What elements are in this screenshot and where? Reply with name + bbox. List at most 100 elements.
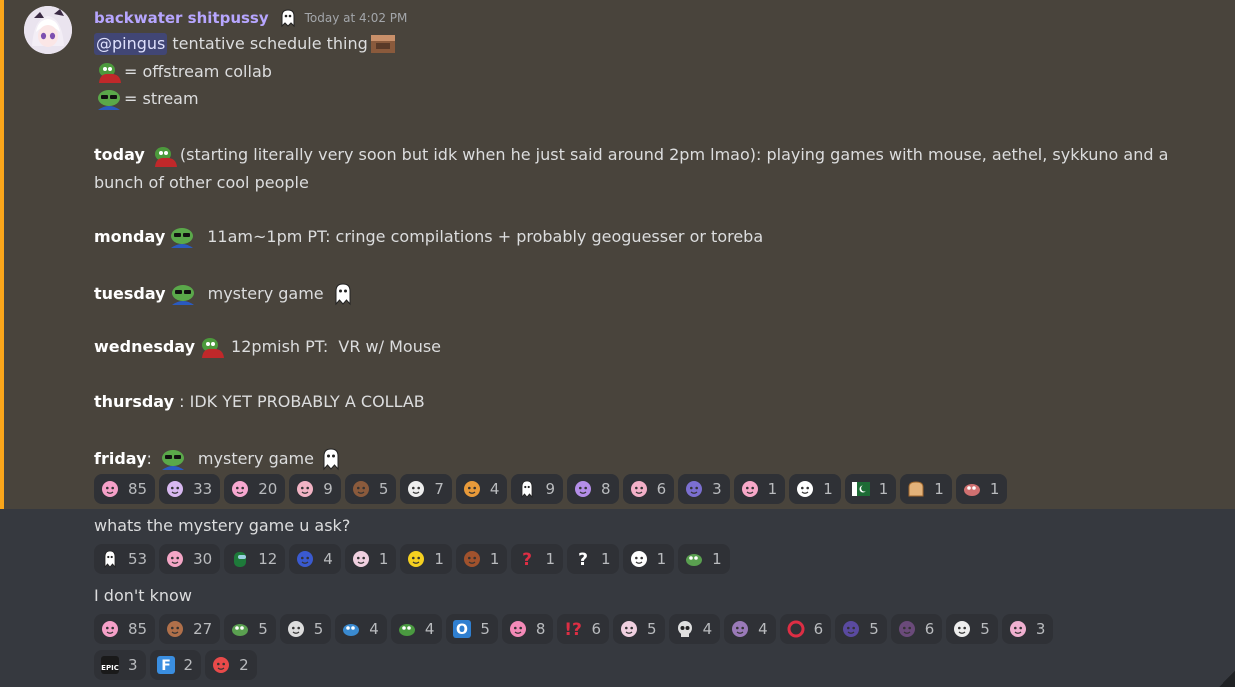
reaction-button[interactable]: 8: [501, 614, 554, 644]
reaction-button[interactable]: ? 1: [567, 544, 619, 574]
day-label: wednesday: [94, 337, 196, 356]
reaction-button[interactable]: 6: [622, 474, 675, 504]
reaction-button[interactable]: 8: [567, 474, 619, 504]
message-line: I don't know: [94, 585, 192, 607]
reaction-button[interactable]: 5: [279, 614, 332, 644]
troll-face-icon: [406, 479, 426, 499]
reaction-button[interactable]: 9: [289, 474, 341, 504]
white-cat-icon: [795, 479, 815, 499]
reaction-button[interactable]: 6: [890, 614, 943, 644]
reaction-button[interactable]: 4: [668, 614, 721, 644]
reaction-count: 7: [434, 480, 444, 498]
user-mention[interactable]: @pingus: [94, 33, 168, 55]
message-text: I don't know: [94, 586, 192, 605]
reaction-count: 27: [193, 620, 213, 638]
reaction-button[interactable]: 5: [946, 614, 998, 644]
reaction-button[interactable]: 4: [335, 614, 387, 644]
reaction-button[interactable]: 2: [205, 650, 257, 680]
reaction-count: 1: [378, 550, 389, 568]
svg-text:EPIC: EPIC: [101, 664, 119, 672]
reaction-button[interactable]: O5: [446, 614, 498, 644]
reactions-bar: 53 30 12 4 1 1 1? 1? 1 1 1: [94, 544, 730, 574]
svg-text:O: O: [456, 622, 468, 638]
legend-offstream: = offstream collab: [124, 62, 272, 81]
pink-pig-face-icon: [740, 479, 760, 499]
reaction-button[interactable]: 53: [94, 544, 156, 574]
mention-highlight-bar: [0, 0, 4, 509]
reaction-button[interactable]: 4: [390, 614, 443, 644]
white-question-icon: ?: [573, 549, 593, 569]
reaction-button[interactable]: 85: [94, 474, 156, 504]
reaction-button[interactable]: ? 1: [511, 544, 564, 574]
ghost-emoji: [318, 446, 344, 472]
reaction-count: 5: [313, 620, 324, 638]
pepe-sunglasses-emoji: [170, 283, 202, 305]
pepe-lying-icon: [684, 549, 704, 569]
reaction-count: 3: [712, 480, 722, 498]
wednesday-text: 12pmish PT: VR w/ Mouse: [231, 337, 442, 356]
reactions-bar: 85 27 5 5 4 4 O 5 8!? 6 5 4 4 6 5 6 5 3: [94, 614, 1054, 644]
reaction-count: 20: [258, 480, 278, 498]
avatar[interactable]: [24, 6, 72, 54]
reaction-button[interactable]: 1: [622, 544, 675, 574]
reaction-count: 53: [128, 550, 148, 568]
reaction-button[interactable]: 4: [724, 614, 776, 644]
reaction-button[interactable]: 9: [511, 474, 564, 504]
reaction-button[interactable]: 4: [455, 474, 508, 504]
reaction-button[interactable]: 1: [344, 544, 397, 574]
reaction-button[interactable]: 1: [955, 474, 1008, 504]
reaction-button[interactable]: 1: [789, 474, 841, 504]
thursday-text: : IDK YET PROBABLY A COLLAB: [174, 392, 425, 411]
reaction-button[interactable]: 20: [224, 474, 286, 504]
reaction-button[interactable]: 33: [159, 474, 221, 504]
svg-text:!?: !?: [565, 620, 583, 639]
reaction-count: 85: [128, 620, 148, 638]
reaction-button[interactable]: 85: [94, 614, 156, 644]
blue-hair-icon: [295, 549, 315, 569]
reaction-count: 4: [369, 620, 379, 638]
day-label: tuesday: [94, 284, 166, 303]
reaction-button[interactable]: 6: [779, 614, 832, 644]
reaction-count: 6: [924, 620, 935, 638]
reaction-button[interactable]: 4: [289, 544, 341, 574]
pink-girl-icon: [1008, 619, 1028, 639]
reaction-button[interactable]: 1: [400, 544, 452, 574]
reaction-button[interactable]: 3: [678, 474, 730, 504]
reaction-button[interactable]: 1: [900, 474, 952, 504]
friday-text: mystery game: [197, 449, 314, 468]
reaction-button[interactable]: F2: [149, 650, 202, 680]
reaction-button[interactable]: 1: [455, 544, 508, 574]
reaction-button[interactable]: 5: [344, 474, 397, 504]
face-photo-icon: [370, 33, 396, 55]
reaction-button[interactable]: 7: [400, 474, 452, 504]
today-text: (starting literally very soon but idk wh…: [94, 145, 1169, 192]
reaction-button[interactable]: 27: [159, 614, 221, 644]
reaction-button[interactable]: !? 6: [557, 614, 610, 644]
exclamation-question-icon: !?: [563, 619, 583, 639]
reaction-button[interactable]: 1: [678, 544, 730, 574]
purple-creature-icon: [730, 619, 750, 639]
reaction-count: 1: [601, 550, 611, 568]
reaction-count: 1: [489, 550, 500, 568]
day-label: today: [94, 145, 145, 164]
username[interactable]: backwater shitpussy: [94, 9, 269, 27]
dark-figure-icon: [897, 619, 917, 639]
reaction-button[interactable]: 30: [159, 544, 221, 574]
reaction-count: 1: [934, 480, 944, 498]
reaction-button[interactable]: 3: [1001, 614, 1054, 644]
purple-hair-icon: [684, 479, 704, 499]
reaction-button[interactable]: 5: [835, 614, 887, 644]
reaction-count: 4: [489, 480, 500, 498]
reaction-button[interactable]: 5: [613, 614, 665, 644]
reaction-count: 6: [813, 620, 824, 638]
reaction-button[interactable]: 5: [224, 614, 276, 644]
reaction-button[interactable]: EPIC 3: [94, 650, 146, 680]
reaction-count: 3: [1035, 620, 1046, 638]
face-photo-icon: [351, 479, 371, 499]
pepe-hat-icon: [397, 619, 417, 639]
reaction-button[interactable]: 12: [224, 544, 286, 574]
reaction-count: 5: [480, 620, 490, 638]
reaction-button[interactable]: 1: [733, 474, 786, 504]
pikachu-icon: [406, 549, 426, 569]
reaction-button[interactable]: 1: [844, 474, 897, 504]
